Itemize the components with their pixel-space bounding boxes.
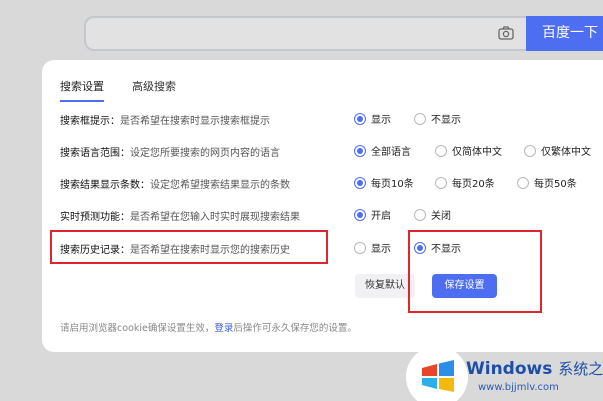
- radio-icon: [517, 177, 529, 189]
- radio-icon: [354, 209, 366, 221]
- login-link[interactable]: 登录: [214, 323, 233, 334]
- radio-show-suggestion[interactable]: 显示: [354, 111, 391, 127]
- radio-simplified-chinese[interactable]: 仅简体中文: [435, 143, 502, 159]
- footer-note: 请启用浏览器cookie确保设置生效，登录后操作可永久保存您的设置。: [60, 323, 357, 334]
- radio-icon: [435, 145, 447, 157]
- radio-all-languages[interactable]: 全部语言: [354, 143, 411, 159]
- search-button[interactable]: 百度一下: [526, 16, 603, 51]
- tab-advanced-search[interactable]: 高级搜索: [132, 78, 176, 94]
- radio-show-history[interactable]: 显示: [354, 240, 391, 256]
- setting-row-realtime-prediction: 实时预测功能：是否希望在您输入时实时展现搜索结果 开启 关闭: [60, 205, 603, 225]
- radio-icon: [524, 145, 536, 157]
- setting-row-search-suggestion: 搜索框提示：是否希望在搜索时显示搜索框提示 显示 不显示: [60, 109, 603, 129]
- radio-icon: [414, 113, 426, 125]
- radio-50-per-page[interactable]: 每页50条: [517, 175, 577, 191]
- setting-row-results-count: 搜索结果显示条数：设定您希望搜索结果显示的条数 每页10条 每页20条 每页50…: [60, 173, 603, 193]
- watermark-url: www.bjjmlv.com: [478, 382, 559, 393]
- radio-icon: [354, 177, 366, 189]
- restore-defaults-button[interactable]: 恢复默认: [355, 274, 415, 298]
- radio-icon: [414, 209, 426, 221]
- radio-hide-suggestion[interactable]: 不显示: [414, 111, 461, 127]
- radio-20-per-page[interactable]: 每页20条: [435, 175, 495, 191]
- radio-icon: [354, 145, 366, 157]
- watermark: Windows 系统之家 www.bjjmlv.com: [402, 346, 603, 401]
- radio-prediction-on[interactable]: 开启: [354, 207, 391, 223]
- radio-prediction-off[interactable]: 关闭: [414, 207, 451, 223]
- search-input[interactable]: [84, 16, 526, 51]
- radio-traditional-chinese[interactable]: 仅繁体中文: [524, 143, 591, 159]
- setting-row-language: 搜索语言范围：设定您所要搜索的网页内容的语言 全部语言 仅简体中文 仅繁体中文: [60, 141, 603, 161]
- camera-icon[interactable]: [498, 26, 514, 40]
- windows-logo-icon: [422, 360, 454, 392]
- radio-icon: [435, 177, 447, 189]
- setting-label: 搜索语言范围：设定您所要搜索的网页内容的语言: [60, 148, 280, 159]
- setting-label: 搜索结果显示条数：设定您希望搜索结果显示的条数: [60, 180, 290, 191]
- tab-search-settings[interactable]: 搜索设置: [60, 78, 104, 102]
- radio-icon: [354, 242, 366, 254]
- highlight-box-hide-option: [408, 230, 542, 313]
- radio-icon: [354, 113, 366, 125]
- watermark-title: Windows 系统之家: [466, 359, 603, 379]
- radio-10-per-page[interactable]: 每页10条: [354, 175, 414, 191]
- setting-label: 实时预测功能：是否希望在您输入时实时展现搜索结果: [60, 212, 300, 223]
- setting-label: 搜索框提示：是否希望在搜索时显示搜索框提示: [60, 116, 270, 127]
- highlight-box-history-label: [50, 230, 328, 264]
